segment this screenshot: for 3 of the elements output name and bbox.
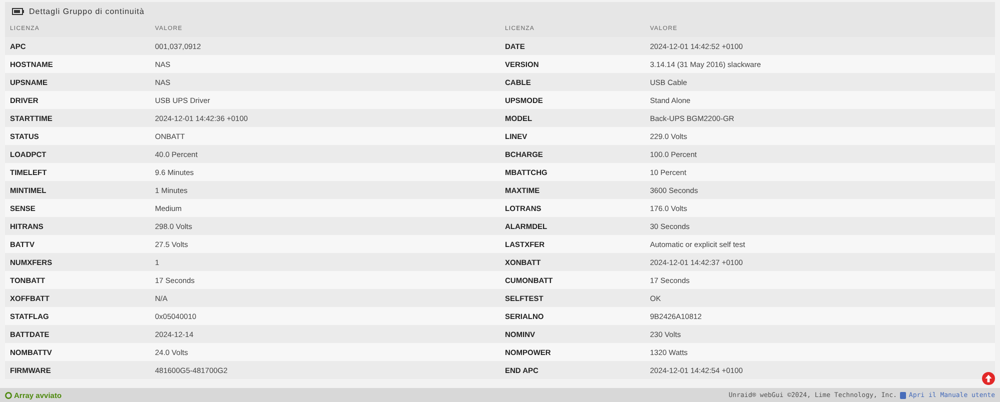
panel-title: Dettagli Gruppo di continuità <box>29 6 144 16</box>
scroll-top-icon[interactable] <box>982 372 995 385</box>
battery-icon <box>12 8 24 14</box>
